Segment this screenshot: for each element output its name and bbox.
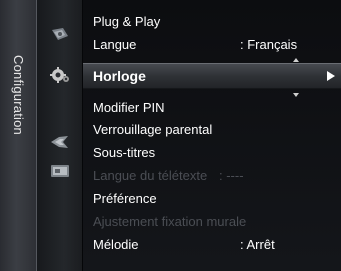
tv-osd-screen: Configuration Plug & Play Langue: Franç… bbox=[0, 0, 341, 271]
menu-item-label: Ajustement fixation murale bbox=[93, 214, 247, 229]
menu-item-langue-teletexte: Langue du télétexte : ---- bbox=[93, 166, 339, 186]
submenu-arrow-icon bbox=[327, 71, 335, 81]
menu-item-value: : Français bbox=[240, 37, 298, 52]
scroll-down-icon bbox=[293, 93, 299, 97]
menu-item-label: Modifier PIN bbox=[93, 100, 165, 115]
menu-item-ajustement-fixation-murale: Ajustement fixation murale bbox=[93, 212, 339, 232]
setup-icon[interactable] bbox=[49, 66, 71, 84]
menu-item-verrouillage-parental[interactable]: Verrouillage parental bbox=[93, 120, 339, 140]
menu-item-melodie[interactable]: Mélodie : Arrêt bbox=[93, 235, 339, 255]
category-title: Configuration bbox=[11, 55, 26, 135]
menu-item-label: Plug & Play bbox=[93, 14, 161, 29]
category-sidebar: Configuration bbox=[0, 0, 37, 271]
category-icon-column bbox=[37, 0, 122, 271]
menu-item-label: Langue bbox=[93, 37, 137, 52]
menu-item-label: Sous-titres bbox=[93, 145, 156, 160]
menu-item-modifier-pin[interactable]: Modifier PIN bbox=[93, 98, 339, 118]
menu-item-sous-titres[interactable]: Sous-titres bbox=[93, 143, 339, 163]
menu-item-label: Horloge bbox=[93, 68, 146, 84]
menu-item-label: Mélodie bbox=[93, 237, 139, 252]
menu-item-langue[interactable]: Langue : Français bbox=[93, 35, 339, 55]
menu-item-value: : ---- bbox=[219, 168, 244, 183]
menu-item-horloge[interactable]: Horloge bbox=[83, 63, 341, 89]
scroll-up-icon bbox=[293, 58, 299, 62]
input-icon[interactable] bbox=[49, 133, 71, 151]
menu-panel: Plug & Play Langue : Français Modifier P… bbox=[83, 0, 341, 271]
menu-item-preference[interactable]: Préférence bbox=[93, 189, 339, 209]
menu-item-label: Préférence bbox=[93, 191, 157, 206]
sound-icon[interactable] bbox=[49, 26, 71, 44]
menu-item-label: Langue du télétexte bbox=[93, 168, 208, 183]
menu-item-label: Verrouillage parental bbox=[93, 122, 213, 137]
menu-item-plug-and-play[interactable]: Plug & Play bbox=[93, 12, 339, 32]
menu-item-value: : Arrêt bbox=[240, 237, 275, 252]
support-icon[interactable] bbox=[49, 162, 71, 180]
